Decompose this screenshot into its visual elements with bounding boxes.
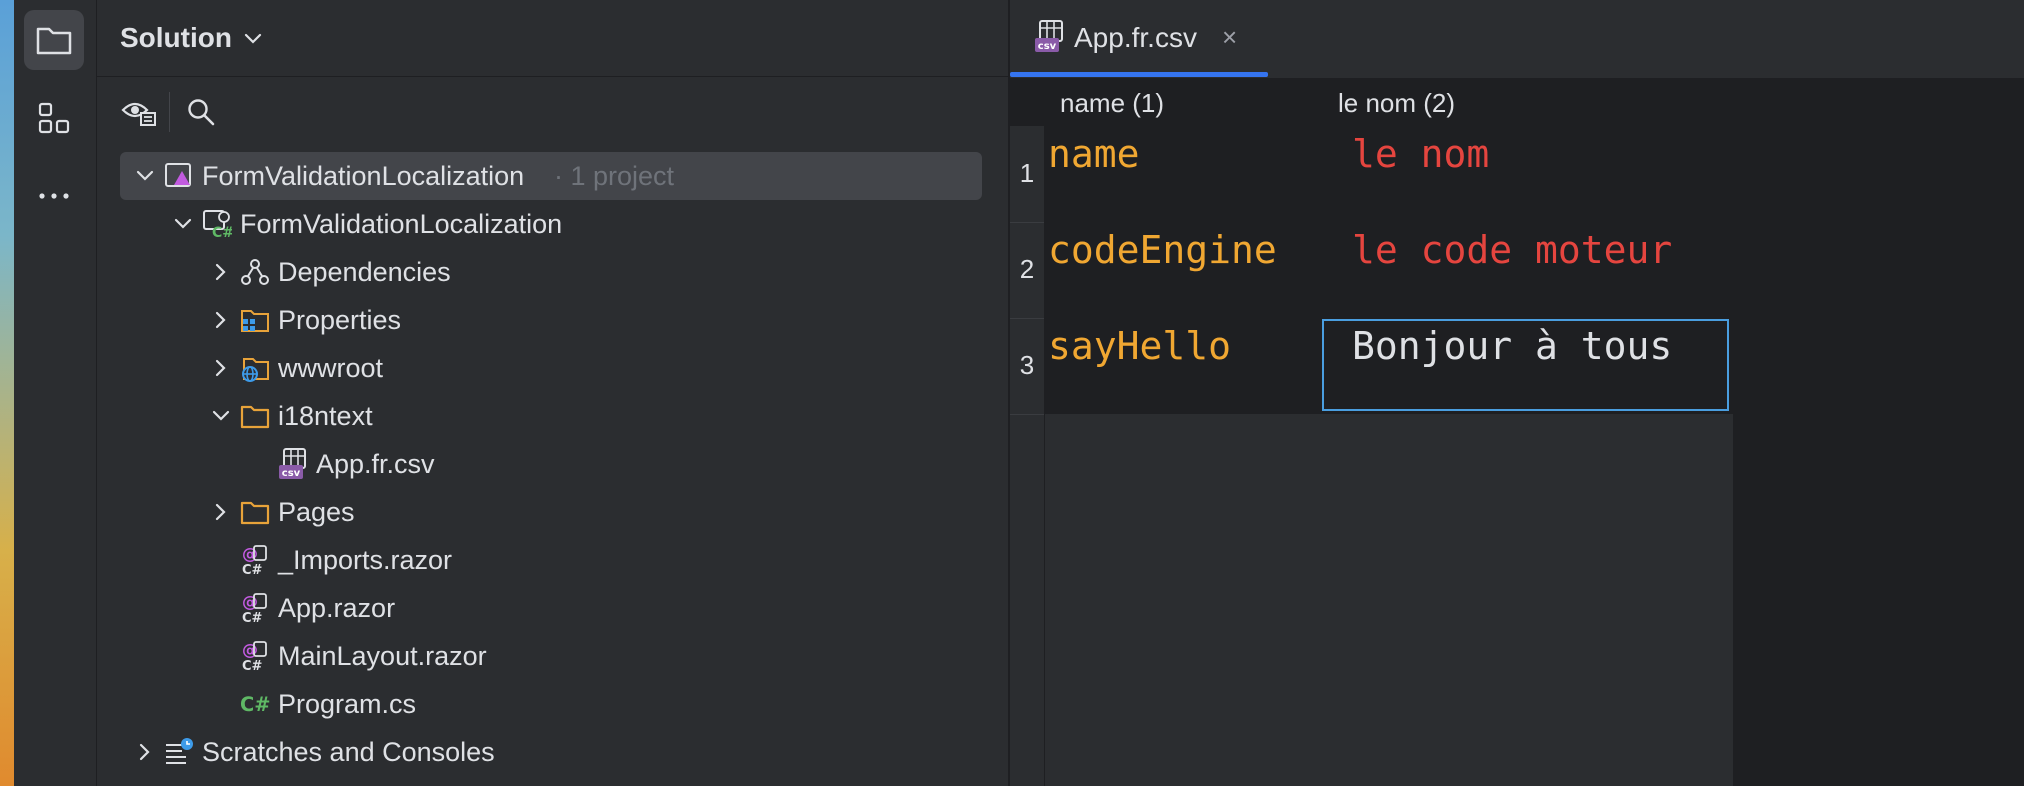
- tree-item-label: Program.cs: [278, 688, 417, 719]
- structure-tool-button[interactable]: [24, 88, 84, 148]
- row-number: 2: [1019, 254, 1035, 284]
- cell-value[interactable]: le code moteur: [1352, 228, 1672, 272]
- view-options-button[interactable]: [119, 92, 159, 132]
- dependencies-icon: [240, 257, 270, 287]
- more-tools-button[interactable]: [24, 166, 84, 226]
- csv-editor: csv App.fr.csv × name (1) le nom (2) 1 2…: [1010, 0, 2024, 786]
- properties-folder-icon: [240, 305, 270, 335]
- row-number: 1: [1019, 158, 1035, 188]
- cell-value[interactable]: le nom: [1352, 132, 1489, 176]
- csharp-project-icon: C#: [202, 209, 232, 239]
- tree-item[interactable]: C# Program.cs: [97, 680, 1008, 728]
- tree-item-label: App.fr.csv: [316, 448, 435, 479]
- chevron-down-icon[interactable]: [134, 165, 156, 187]
- cell-key[interactable]: name: [1048, 132, 1140, 176]
- cell-key[interactable]: codeEngine: [1048, 228, 1277, 272]
- cell-selection-box: [1322, 319, 1729, 411]
- svg-text:C#: C#: [240, 693, 270, 716]
- tree-item[interactable]: Pages: [97, 488, 1008, 536]
- active-tab-indicator: [1010, 72, 1268, 77]
- tree-item[interactable]: Dependencies: [97, 248, 1008, 296]
- razor-file-icon: @ C#: [240, 544, 270, 576]
- tool-window-rail: [14, 0, 97, 786]
- tree-item-label: i18ntext: [278, 400, 373, 431]
- editor-tabbar: csv App.fr.csv ×: [1010, 0, 2024, 79]
- svg-text:C#: C#: [242, 563, 263, 576]
- razor-file-icon: @ C#: [240, 640, 270, 672]
- csharp-file-icon: C#: [240, 689, 270, 719]
- chevron-right-icon[interactable]: [210, 261, 232, 283]
- solution-panel: Solution FormValidationLocalization · 1 p…: [97, 0, 1010, 786]
- tab-label: App.fr.csv: [1074, 22, 1197, 53]
- tree-item[interactable]: FormValidationLocalization · 1 project: [120, 152, 982, 200]
- project-tool-button[interactable]: [24, 10, 84, 70]
- solution-icon: [164, 161, 194, 191]
- tree-item[interactable]: @ C# _Imports.razor: [97, 536, 1008, 584]
- chevron-down-icon[interactable]: [172, 213, 194, 235]
- csv-file-icon: csv: [1035, 20, 1063, 52]
- tree-item-label: FormValidationLocalization: [240, 208, 563, 239]
- folder-icon: [240, 401, 270, 431]
- tree-item[interactable]: Scratches and Consoles: [97, 728, 1008, 776]
- column-header-label: le nom (2): [1338, 87, 1456, 118]
- row-divider: [1010, 414, 1044, 415]
- search-icon: [188, 99, 215, 126]
- more-icon: [39, 193, 69, 199]
- row-divider: [1010, 222, 1044, 223]
- panel-title-dropdown[interactable]: Solution: [120, 18, 262, 58]
- tree-item[interactable]: C# FormValidationLocalization: [97, 200, 1008, 248]
- tree-item-suffix: · 1 project: [554, 160, 675, 191]
- tab-app-fr-csv[interactable]: csv App.fr.csv ×: [1010, 0, 1268, 78]
- tree-item[interactable]: csv App.fr.csv: [97, 440, 1008, 488]
- tree-item[interactable]: wwwroot: [97, 344, 1008, 392]
- chevron-down-icon[interactable]: [210, 405, 232, 427]
- row-divider: [1010, 318, 1044, 319]
- search-button[interactable]: [181, 92, 221, 132]
- tree-item[interactable]: Properties: [97, 296, 1008, 344]
- scratches-icon: [164, 737, 194, 767]
- structure-icon: [38, 102, 70, 134]
- eye-list-icon: [121, 102, 156, 126]
- tree-item-label: FormValidationLocalization: [202, 160, 525, 191]
- tree-item[interactable]: i18ntext: [97, 392, 1008, 440]
- svg-text:C#: C#: [212, 225, 232, 239]
- folder-icon: [36, 27, 72, 55]
- toolbar-divider: [169, 92, 170, 132]
- tree-item-label: Dependencies: [278, 256, 451, 287]
- svg-text:csv: csv: [1038, 41, 1057, 52]
- desktop-edge: [0, 0, 14, 786]
- column-separator: [1323, 80, 1324, 126]
- tree-item-label: wwwroot: [278, 352, 384, 383]
- panel-divider: [97, 76, 1008, 77]
- column-header-1[interactable]: name (1): [1060, 80, 1320, 126]
- tree-item-label: Scratches and Consoles: [202, 736, 495, 767]
- chevron-down-icon: [244, 33, 262, 44]
- chevron-right-icon[interactable]: [210, 357, 232, 379]
- column-header-label: name (1): [1060, 87, 1165, 118]
- razor-file-icon: @ C#: [240, 592, 270, 624]
- svg-text:C#: C#: [242, 611, 263, 624]
- panel-title: Solution: [120, 22, 232, 53]
- svg-text:C#: C#: [242, 659, 263, 672]
- cell-key[interactable]: sayHello: [1048, 324, 1231, 368]
- chevron-right-icon[interactable]: [134, 741, 156, 763]
- csv-file-icon: csv: [278, 448, 308, 479]
- tree-item-label: MainLayout.razor: [278, 640, 487, 671]
- row-number: 3: [1019, 350, 1035, 380]
- tree-item[interactable]: @ C# MainLayout.razor: [97, 632, 1008, 680]
- chevron-right-icon[interactable]: [210, 501, 232, 523]
- close-icon[interactable]: ×: [1222, 22, 1237, 53]
- folder-icon: [240, 497, 270, 527]
- chevron-right-icon[interactable]: [210, 309, 232, 331]
- tree-item-label: App.razor: [278, 592, 396, 623]
- svg-text:csv: csv: [282, 468, 301, 479]
- tree-item-label: Pages: [278, 496, 355, 527]
- web-folder-icon: [240, 353, 270, 383]
- row-number-gutter: 1 2 3: [1010, 126, 1045, 786]
- column-header-2[interactable]: le nom (2): [1338, 80, 1728, 126]
- tree-item-label: Properties: [278, 304, 402, 335]
- tree-item-label: _Imports.razor: [278, 544, 453, 575]
- tree-item[interactable]: @ C# App.razor: [97, 584, 1008, 632]
